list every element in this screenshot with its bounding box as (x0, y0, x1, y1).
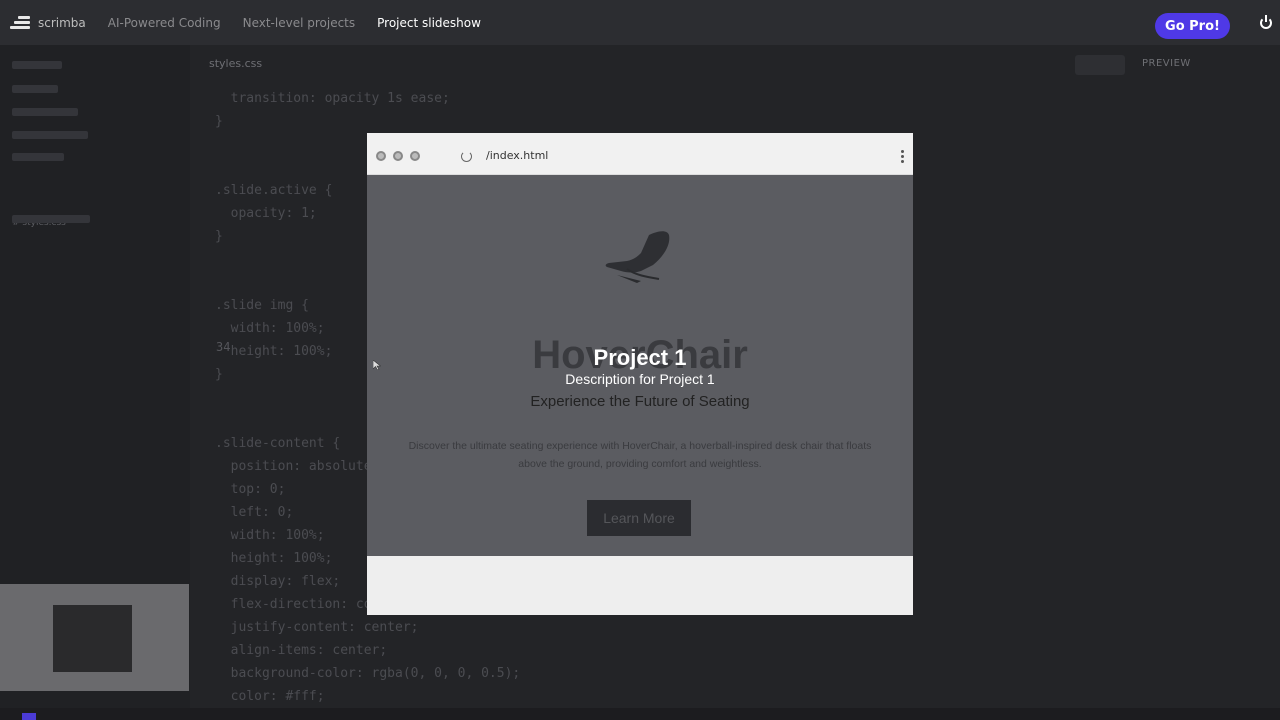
window-dot-icon[interactable] (393, 151, 403, 161)
scrimba-logo-icon (10, 15, 30, 31)
breadcrumb-course[interactable]: AI-Powered Coding (108, 16, 221, 30)
preview-toggle[interactable] (1075, 55, 1125, 75)
code-line: color: #fff; (215, 689, 325, 704)
sidebar-item[interactable] (12, 61, 62, 69)
code-line: } (215, 114, 223, 129)
preview-label[interactable]: PREVIEW (1142, 58, 1191, 69)
webcam-video (53, 605, 132, 672)
mouse-cursor-icon (373, 360, 381, 370)
sidebar-item[interactable] (12, 85, 58, 93)
url-field[interactable]: /index.html (486, 149, 548, 162)
sidebar-item[interactable] (12, 108, 78, 116)
more-options-icon[interactable] (901, 150, 904, 163)
window-dot-icon[interactable] (410, 151, 420, 161)
hero-tagline: Experience the Future of Seating (530, 393, 750, 410)
sidebar-item[interactable] (12, 153, 64, 161)
slide-title: Project 1 (593, 345, 687, 370)
slide-description: Description for Project 1 (565, 371, 715, 387)
preview-window: /index.html HoverChair Project 1 Descrip… (367, 133, 913, 615)
power-icon[interactable] (1260, 15, 1272, 29)
hover-chair-image (605, 231, 670, 283)
breadcrumb-section[interactable]: Next-level projects (243, 16, 356, 30)
code-line: justify-content: center; (215, 620, 419, 635)
reload-icon[interactable] (461, 151, 472, 162)
browser-bar: /index.html (367, 133, 913, 175)
app-name: scrimba (38, 15, 86, 30)
instructor-webcam (0, 584, 189, 691)
go-pro-button[interactable]: Go Pro! (1155, 13, 1230, 39)
code-line: align-items: center; (215, 643, 388, 658)
breadcrumb-current[interactable]: Project slideshow (377, 16, 481, 30)
scrimba-logo[interactable]: scrimba (10, 15, 86, 31)
scrimba-icon[interactable] (22, 713, 36, 720)
slide-stage: HoverChair Project 1 Description for Pro… (367, 175, 913, 556)
window-dot-icon[interactable] (376, 151, 386, 161)
code-line: transition: opacity 1s ease; (215, 91, 450, 106)
editor-file-tab[interactable]: styles.css (209, 57, 262, 70)
sidebar-item[interactable] (12, 131, 88, 139)
top-bar: scrimba AI-Powered Coding Next-level pro… (0, 0, 1280, 45)
hero-body: Discover the ultimate seating experience… (408, 440, 872, 470)
learn-more-button[interactable]: Learn More (587, 500, 691, 536)
bottom-bar (0, 708, 1280, 720)
line-number: 34 (216, 340, 231, 354)
code-line: background-color: rgba(0, 0, 0, 0.5); (215, 666, 521, 681)
